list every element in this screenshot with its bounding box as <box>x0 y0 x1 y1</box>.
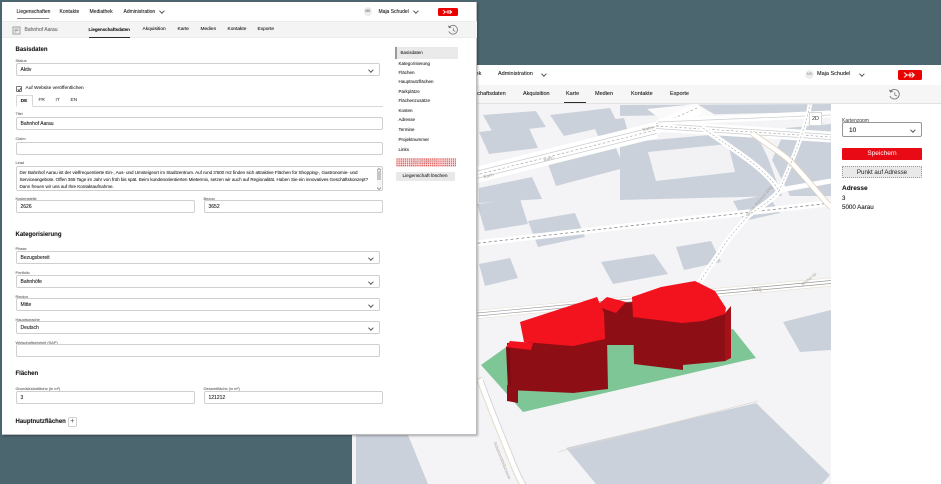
svg-text:Weg: Weg <box>752 287 762 293</box>
